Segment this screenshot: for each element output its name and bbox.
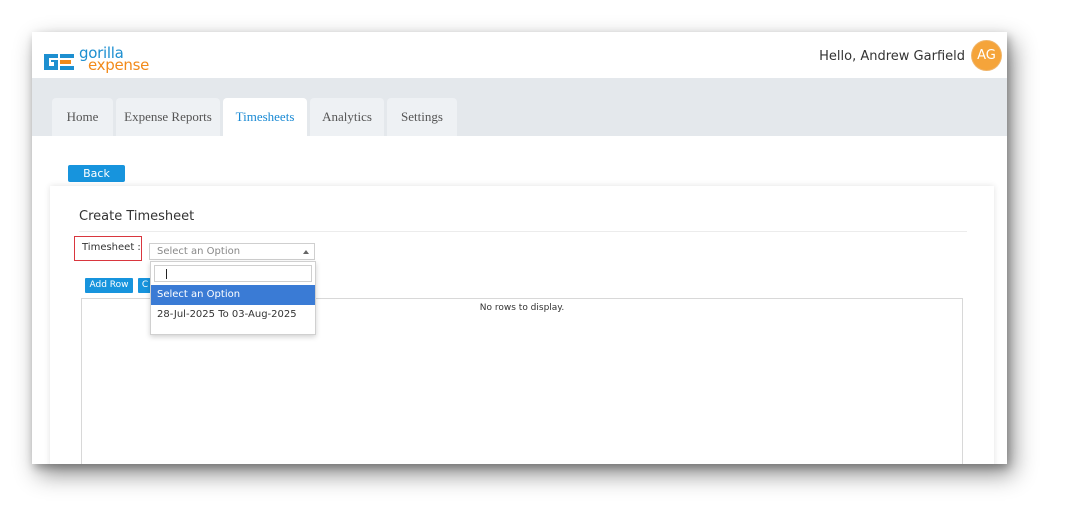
- logo-mark-icon: [44, 54, 74, 70]
- back-button[interactable]: Back: [68, 165, 125, 182]
- dropdown-option-date-range[interactable]: 28-Jul-2025 To 03-Aug-2025: [151, 305, 315, 325]
- user-avatar[interactable]: AG: [972, 41, 1001, 70]
- page-title: Create Timesheet: [79, 209, 195, 224]
- timesheet-select[interactable]: Select an Option: [149, 243, 315, 260]
- app-header: gorilla expense Hello, Andrew Garfield A…: [32, 32, 1007, 78]
- main-nav: Home Expense Reports Timesheets Analytic…: [32, 78, 1007, 136]
- caret-up-icon: [303, 250, 309, 254]
- timesheet-select-value: Select an Option: [157, 246, 241, 257]
- tab-expense-reports[interactable]: Expense Reports: [116, 98, 220, 136]
- timesheet-dropdown-menu: Select an Option 28-Jul-2025 To 03-Aug-2…: [150, 261, 316, 335]
- tab-timesheets[interactable]: Timesheets: [223, 98, 307, 136]
- tab-analytics[interactable]: Analytics: [310, 98, 384, 136]
- dropdown-search-input[interactable]: [154, 265, 312, 282]
- user-greeting: Hello, Andrew Garfield: [819, 49, 965, 64]
- app-window: gorilla expense Hello, Andrew Garfield A…: [32, 32, 1007, 464]
- timesheet-label: Timesheet :: [74, 236, 142, 261]
- add-row-button[interactable]: Add Row: [85, 278, 133, 293]
- dropdown-option-select[interactable]: Select an Option: [151, 285, 315, 305]
- text-cursor: [166, 269, 167, 279]
- title-divider: [79, 231, 967, 232]
- tab-settings[interactable]: Settings: [387, 98, 457, 136]
- tab-home[interactable]: Home: [52, 98, 113, 136]
- gorilla-expense-logo[interactable]: gorilla expense: [42, 46, 152, 76]
- logo-text-expense: expense: [88, 56, 150, 74]
